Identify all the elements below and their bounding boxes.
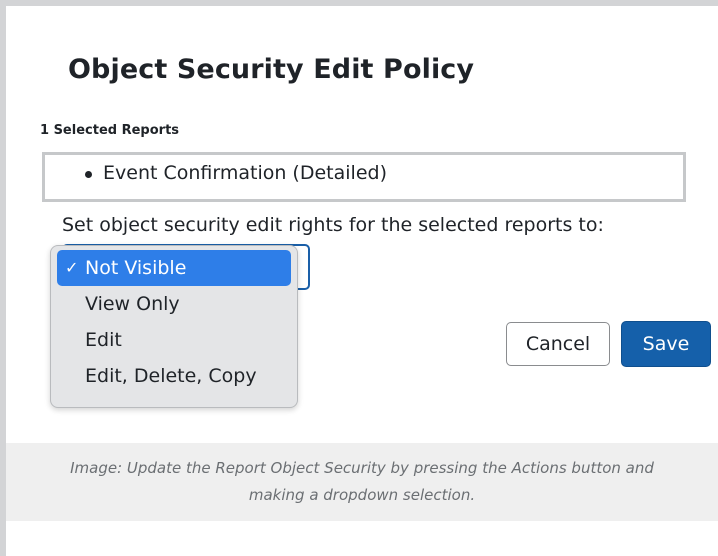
option-label: Not Visible — [85, 257, 187, 279]
edit-rights-instruction: Set object security edit rights for the … — [62, 214, 604, 236]
report-items: Event Confirmation (Detailed) — [45, 161, 683, 185]
object-security-dialog: Object Security Edit Policy 1 Selected R… — [6, 6, 718, 443]
option-view-only[interactable]: View Only — [57, 286, 291, 322]
caption-line-2: making a dropdown selection. — [248, 486, 476, 504]
selected-reports-list: Event Confirmation (Detailed) — [42, 152, 686, 202]
option-not-visible[interactable]: ✓ Not Visible — [57, 250, 291, 286]
image-caption: Image: Update the Report Object Security… — [6, 455, 718, 509]
cancel-button[interactable]: Cancel — [506, 322, 610, 366]
option-edit-delete-copy[interactable]: Edit, Delete, Copy — [57, 358, 291, 394]
option-label: Edit — [85, 329, 122, 351]
option-edit[interactable]: Edit — [57, 322, 291, 358]
save-button[interactable]: Save — [621, 321, 711, 367]
option-label: Edit, Delete, Copy — [85, 365, 257, 387]
image-caption-area: Image: Update the Report Object Security… — [6, 443, 718, 521]
screenshot-page: Object Security Edit Policy 1 Selected R… — [0, 0, 718, 556]
option-label: View Only — [85, 293, 180, 315]
report-item: Event Confirmation (Detailed) — [85, 161, 683, 185]
selected-reports-count: 1 Selected Reports — [40, 123, 180, 138]
caption-line-1: Image: Update the Report Object Security… — [70, 459, 654, 477]
check-icon: ✓ — [65, 258, 79, 277]
dialog-title: Object Security Edit Policy — [68, 54, 475, 85]
edit-rights-dropdown-menu: ✓ Not Visible View Only Edit Edit, Delet… — [50, 245, 298, 408]
